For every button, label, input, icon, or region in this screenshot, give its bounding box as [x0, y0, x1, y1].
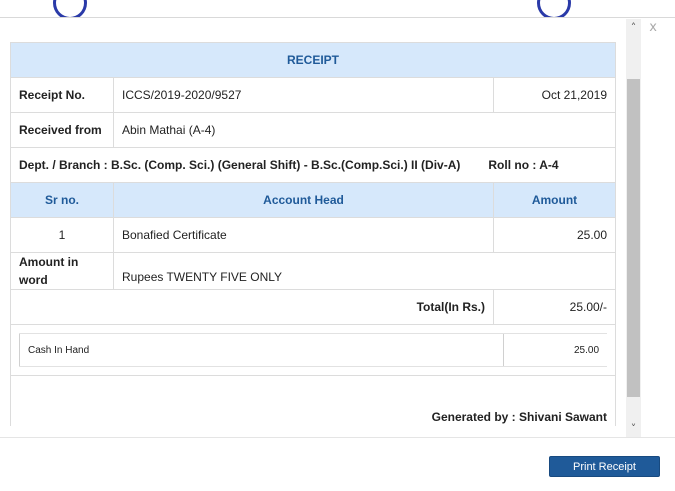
receipt-modal: x RECEIPT Receipt No. ICCS/2019-2020/952…	[0, 0, 675, 491]
college-logo-right	[537, 0, 571, 17]
receipt-date: Oct 21,2019	[492, 77, 617, 113]
receipt: RECEIPT Receipt No. ICCS/2019-2020/9527 …	[9, 42, 617, 426]
dept-branch: Dept. / Branch : B.Sc. (Comp. Sci.) (Gen…	[9, 147, 617, 183]
modal-footer: Print Receipt	[0, 437, 675, 491]
receipt-no-label: Receipt No.	[10, 77, 114, 113]
header-logo-strip	[0, 0, 675, 18]
chevron-down-icon[interactable]: ˅	[626, 420, 641, 437]
col-amount: Amount	[492, 182, 617, 218]
receipt-no-value: ICCS/2019-2020/9527	[113, 77, 494, 113]
received-from-label: Received from	[10, 112, 114, 148]
total-row: Total(In Rs.) 25.00/-	[10, 289, 617, 325]
payment-mode: Cash In Hand	[19, 334, 503, 366]
item-sr-no: 1	[10, 217, 114, 253]
dept-row: Dept. / Branch : B.Sc. (Comp. Sci.) (Gen…	[9, 147, 617, 183]
total-label: Total(In Rs.)	[10, 289, 494, 325]
payment-details: Cash In Hand 25.00	[9, 324, 617, 376]
generated-by: Generated by : Shivani Sawant	[9, 375, 617, 426]
item-amount: 25.00	[492, 217, 617, 253]
col-account-head: Account Head	[113, 182, 494, 218]
item-account-head: Bonafied Certificate	[113, 217, 494, 253]
dept-branch-text: Dept. / Branch : B.Sc. (Comp. Sci.) (Gen…	[19, 158, 461, 172]
received-from-value: Abin Mathai (A-4)	[112, 112, 617, 148]
total-value: 25.00/-	[492, 289, 617, 325]
college-logo-left	[53, 0, 87, 17]
close-icon[interactable]: x	[649, 20, 657, 35]
column-headers: Sr no. Account Head Amount	[10, 182, 617, 218]
amount-in-word-value: Rupees TWENTY FIVE ONLY	[112, 252, 617, 290]
amount-in-word-label: Amount in word	[10, 252, 114, 290]
generated-by-row: Generated by : Shivani Sawant	[9, 375, 617, 426]
scrollbar-thumb[interactable]	[627, 79, 640, 397]
received-from-row: Received from Abin Mathai (A-4)	[10, 112, 617, 148]
print-receipt-button[interactable]: Print Receipt	[549, 456, 660, 477]
receipt-no-row: Receipt No. ICCS/2019-2020/9527 Oct 21,2…	[10, 77, 617, 113]
receipt-title: RECEIPT	[9, 42, 617, 78]
table-row: 1 Bonafied Certificate 25.00	[10, 217, 617, 253]
chevron-up-icon[interactable]: ˄	[626, 19, 641, 36]
payment-row: Cash In Hand 25.00	[9, 324, 617, 376]
roll-no: Roll no : A-4	[488, 158, 559, 172]
receipt-table: RECEIPT Receipt No. ICCS/2019-2020/9527 …	[9, 42, 617, 426]
vertical-scrollbar[interactable]: ˄ ˅	[626, 19, 641, 437]
amount-in-word-row: Amount in word Rupees TWENTY FIVE ONLY	[10, 252, 617, 290]
receipt-scroll-area[interactable]: RECEIPT Receipt No. ICCS/2019-2020/9527 …	[0, 19, 641, 437]
payment-amount: 25.00	[503, 334, 607, 366]
col-sr-no: Sr no.	[10, 182, 114, 218]
